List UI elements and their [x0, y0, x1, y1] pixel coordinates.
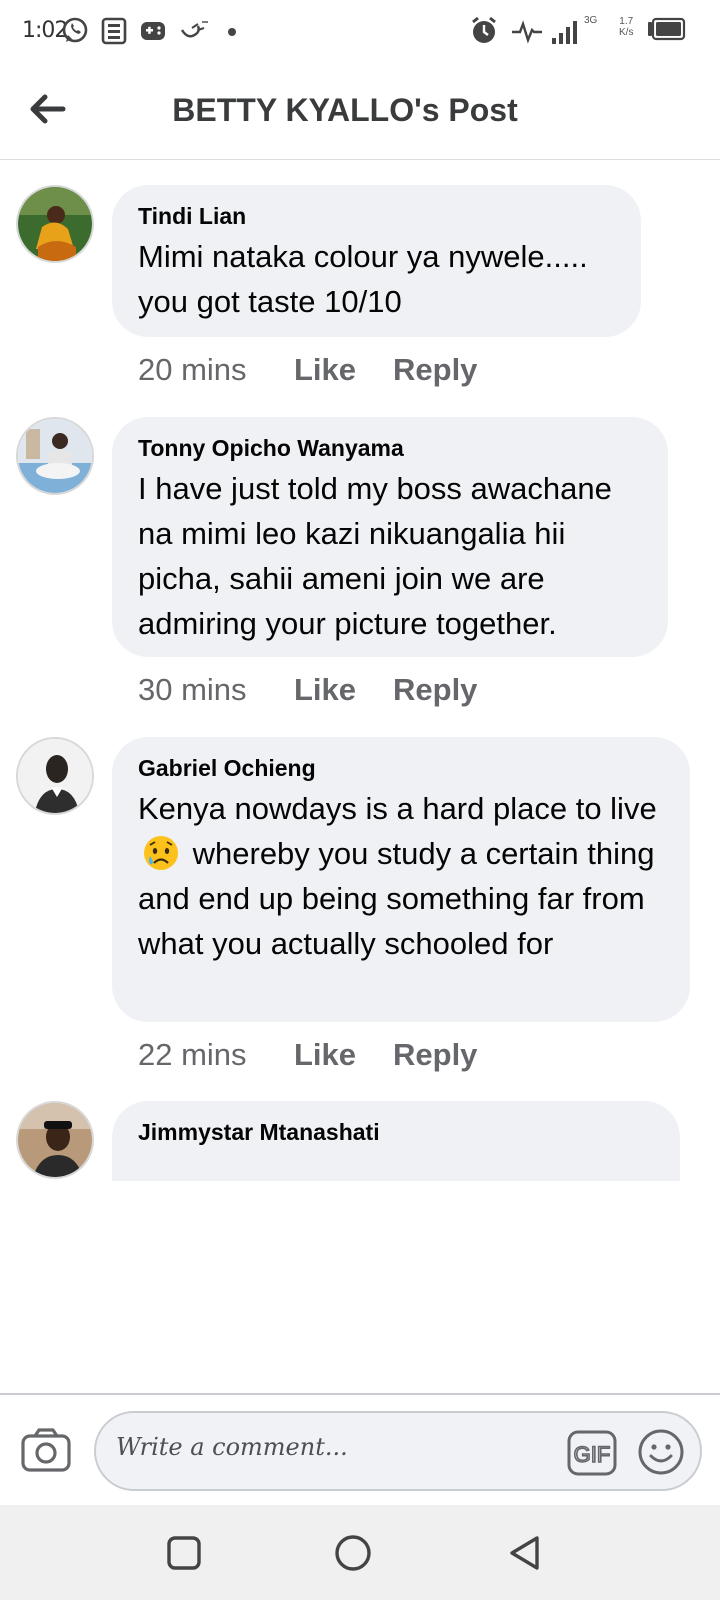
- app-icon: [180, 21, 208, 38]
- sad-sweat-emoji-icon: [144, 836, 178, 870]
- reply-button[interactable]: Reply: [393, 352, 477, 388]
- comment-meta: 20 mins Like Reply: [138, 352, 477, 388]
- comment-text-part: whereby you study a certain thing and en…: [138, 836, 655, 961]
- comment-bubble[interactable]: Gabriel Ochieng Kenya nowdays is a hard …: [112, 737, 690, 1022]
- notification-dot: [228, 28, 236, 36]
- post-header: BETTY KYALLO's Post: [0, 64, 720, 160]
- network-type: 3G: [584, 15, 598, 26]
- gamepad-icon: [141, 22, 165, 40]
- like-button[interactable]: Like: [294, 352, 393, 388]
- comment-text-part: Kenya nowdays is a hard place to live: [138, 791, 657, 826]
- avatar[interactable]: [16, 737, 94, 815]
- reply-button[interactable]: Reply: [393, 1037, 477, 1073]
- gif-button[interactable]: GIF: [566, 1429, 618, 1477]
- smiley-icon[interactable]: [636, 1427, 686, 1477]
- battery-icon: [648, 17, 686, 41]
- recent-apps-icon[interactable]: [164, 1533, 204, 1573]
- comment-text: I have just told my boss awachane na mim…: [138, 471, 612, 641]
- signal-icon: [552, 21, 577, 44]
- comment-author[interactable]: Tindi Lian: [138, 201, 615, 231]
- avatar-image: [18, 1103, 92, 1177]
- comment-text: Kenya nowdays is a hard place to live wh…: [138, 786, 664, 966]
- reply-button[interactable]: Reply: [393, 672, 477, 708]
- comment-bubble[interactable]: Tindi Lian Mimi nataka colour ya nywele.…: [112, 185, 641, 337]
- comment-bubble[interactable]: Tonny Opicho Wanyama I have just told my…: [112, 417, 668, 657]
- comments-list: Tindi Lian Mimi nataka colour ya nywele.…: [0, 161, 720, 1181]
- speed-value: 1.7: [619, 16, 634, 27]
- status-bar: 1:02 3G 1.7 K/s: [0, 0, 720, 64]
- activity-icon: [512, 20, 542, 44]
- comment-author[interactable]: Tonny Opicho Wanyama: [138, 433, 642, 463]
- like-button[interactable]: Like: [294, 1037, 393, 1073]
- whatsapp-icon: [62, 17, 88, 43]
- comment-input[interactable]: [116, 1433, 536, 1461]
- page-title: BETTY KYALLO's Post: [172, 92, 518, 128]
- network-speed: 1.7 K/s: [619, 16, 633, 38]
- alarm-icon: [472, 16, 496, 43]
- system-nav-bar: [0, 1505, 720, 1600]
- comment-meta: 22 mins Like Reply: [138, 1037, 477, 1073]
- comment-time: 20 mins: [138, 352, 247, 387]
- back-nav-icon[interactable]: [505, 1533, 545, 1573]
- comment-composer: GIF: [0, 1393, 720, 1505]
- comment-text: Mimi nataka colour ya nywele..... you go…: [138, 239, 588, 319]
- avatar-image: [18, 739, 92, 813]
- avatar[interactable]: [16, 185, 94, 263]
- gif-icon: GIF: [567, 1430, 617, 1476]
- speed-unit: K/s: [619, 27, 634, 38]
- gif-label: GIF: [574, 1442, 611, 1467]
- avatar[interactable]: [16, 417, 94, 495]
- comment-time: 30 mins: [138, 672, 247, 707]
- avatar[interactable]: [16, 1101, 94, 1179]
- comment-bubble[interactable]: Jimmystar Mtanashati: [112, 1101, 680, 1181]
- news-icon: [101, 17, 127, 45]
- comment-author[interactable]: Gabriel Ochieng: [138, 753, 664, 783]
- like-button[interactable]: Like: [294, 672, 393, 708]
- home-icon[interactable]: [333, 1533, 373, 1573]
- comment-author[interactable]: Jimmystar Mtanashati: [138, 1117, 654, 1147]
- comment-meta: 30 mins Like Reply: [138, 672, 477, 708]
- comment-time: 22 mins: [138, 1037, 247, 1072]
- avatar-image: [18, 187, 92, 261]
- comment-box[interactable]: GIF: [94, 1411, 702, 1491]
- camera-icon[interactable]: [20, 1427, 72, 1473]
- avatar-image: [18, 419, 92, 493]
